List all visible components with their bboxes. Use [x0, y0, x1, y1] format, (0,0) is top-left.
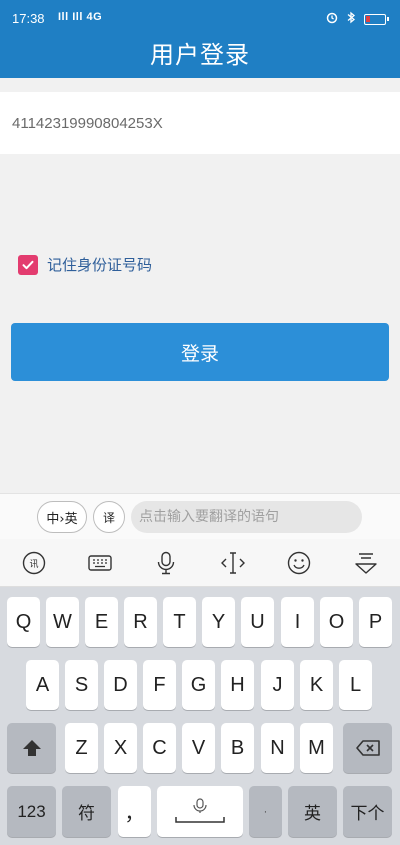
key-e[interactable]: E [85, 597, 118, 647]
key-x[interactable]: X [104, 723, 137, 773]
symbols-key[interactable]: 符 [62, 786, 111, 837]
remember-label: 记住身份证号码 [47, 256, 153, 274]
collapse-keyboard-icon[interactable] [352, 549, 380, 577]
key-d[interactable]: D [104, 660, 137, 710]
key-g[interactable]: G [182, 660, 215, 710]
id-number-field-container [0, 92, 400, 154]
remember-checkbox[interactable] [18, 254, 38, 275]
shift-icon [22, 740, 41, 756]
voice-key[interactable]: · [249, 786, 282, 837]
title-bar: 用户登录 [0, 36, 400, 78]
key-v[interactable]: V [182, 723, 215, 773]
backspace-icon [355, 740, 380, 756]
keyboard-toolbar: 讯 [0, 539, 400, 587]
next-key[interactable]: 下个 [343, 786, 392, 837]
key-l[interactable]: L [339, 660, 372, 710]
key-k[interactable]: K [300, 660, 333, 710]
language-key[interactable]: 英 [288, 786, 337, 837]
key-a[interactable]: A [26, 660, 59, 710]
translate-icon-label: 译 [102, 510, 115, 525]
comma-key[interactable]: ， [118, 786, 151, 837]
key-c[interactable]: C [143, 723, 176, 773]
translate-bar: 中›英 译 点击输入要翻译的语句 [0, 493, 400, 539]
translate-icon[interactable]: 译 [93, 501, 125, 533]
key-y[interactable]: Y [202, 597, 235, 647]
status-bar: 17:38 Ill Ill 4G [0, 0, 400, 36]
translate-input[interactable]: 点击输入要翻译的语句 [131, 501, 362, 533]
bluetooth-icon [346, 11, 356, 28]
key-r[interactable]: R [124, 597, 157, 647]
key-u[interactable]: U [241, 597, 274, 647]
svg-text:讯: 讯 [29, 559, 38, 570]
id-number-input[interactable] [12, 108, 388, 138]
page-title: 用户登录 [150, 41, 250, 69]
signal-icon: Ill Ill 4G [58, 11, 103, 23]
voice-translate-icon[interactable]: 讯 [20, 549, 48, 577]
key-p[interactable]: P [359, 597, 392, 647]
status-time: 17:38 [12, 11, 45, 26]
voice-key-icon: · [263, 805, 268, 818]
key-f[interactable]: F [143, 660, 176, 710]
space-key[interactable] [157, 786, 243, 837]
microphone-icon[interactable] [152, 549, 180, 577]
battery-icon [364, 14, 389, 25]
key-j[interactable]: J [261, 660, 294, 710]
key-h[interactable]: H [221, 660, 254, 710]
key-q[interactable]: Q [7, 597, 40, 647]
cursor-icon[interactable] [219, 549, 247, 577]
key-t[interactable]: T [163, 597, 196, 647]
key-s[interactable]: S [65, 660, 98, 710]
status-icons [326, 11, 389, 28]
shift-key[interactable] [7, 723, 56, 773]
remember-id-checkbox-row[interactable]: 记住身份证号码 [18, 254, 152, 275]
key-w[interactable]: W [46, 597, 79, 647]
alarm-icon [326, 12, 338, 28]
login-button[interactable]: 登录 [11, 323, 389, 381]
key-z[interactable]: Z [65, 723, 98, 773]
keyboard: Q W E R T Y U I O P A S D F G H J K L Z … [0, 587, 400, 845]
key-m[interactable]: M [300, 723, 333, 773]
emoji-icon[interactable] [285, 549, 313, 577]
backspace-key[interactable] [343, 723, 392, 773]
key-i[interactable]: I [281, 597, 314, 647]
key-o[interactable]: O [320, 597, 353, 647]
keyboard-icon[interactable] [86, 549, 114, 577]
key-n[interactable]: N [261, 723, 294, 773]
space-mic-icon [175, 797, 225, 823]
numbers-key[interactable]: 123 [7, 786, 56, 837]
checkmark-icon [22, 260, 34, 269]
key-b[interactable]: B [221, 723, 254, 773]
language-toggle-button[interactable]: 中›英 [37, 501, 87, 533]
